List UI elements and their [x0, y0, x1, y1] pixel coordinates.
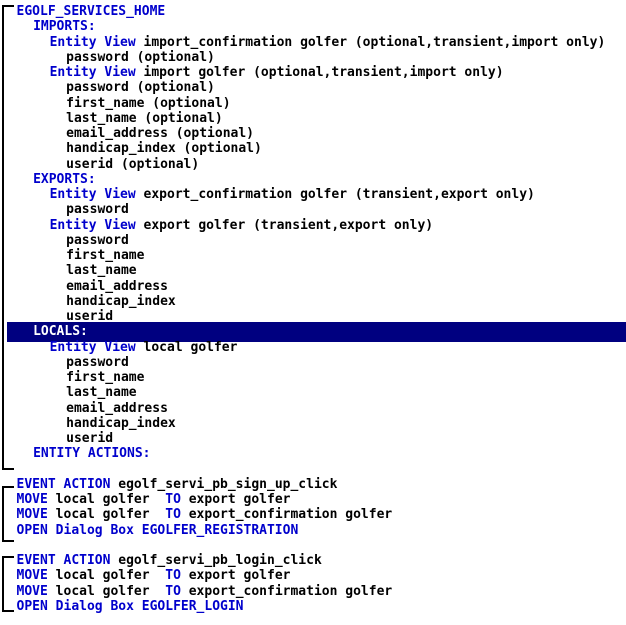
keyword-token: OPEN Dialog Box EGOLFER_LOGIN: [16, 598, 244, 614]
keyword-token: OPEN Dialog Box EGOLFER_REGISTRATION: [16, 522, 299, 538]
outline-row[interactable]: ENTITY ACTIONS:: [0, 444, 626, 464]
outline-row[interactable]: OPEN Dialog Box EGOLFER_LOGIN: [0, 597, 626, 617]
outline-row[interactable]: OPEN Dialog Box EGOLFER_REGISTRATION: [0, 521, 626, 541]
keyword-token: ENTITY ACTIONS:: [33, 446, 151, 462]
tree-corner-bottom: [2, 468, 14, 470]
entity-outline-tree: EGOLF_SERVICES_HOME IMPORTS: Entity View i…: [0, 0, 626, 625]
